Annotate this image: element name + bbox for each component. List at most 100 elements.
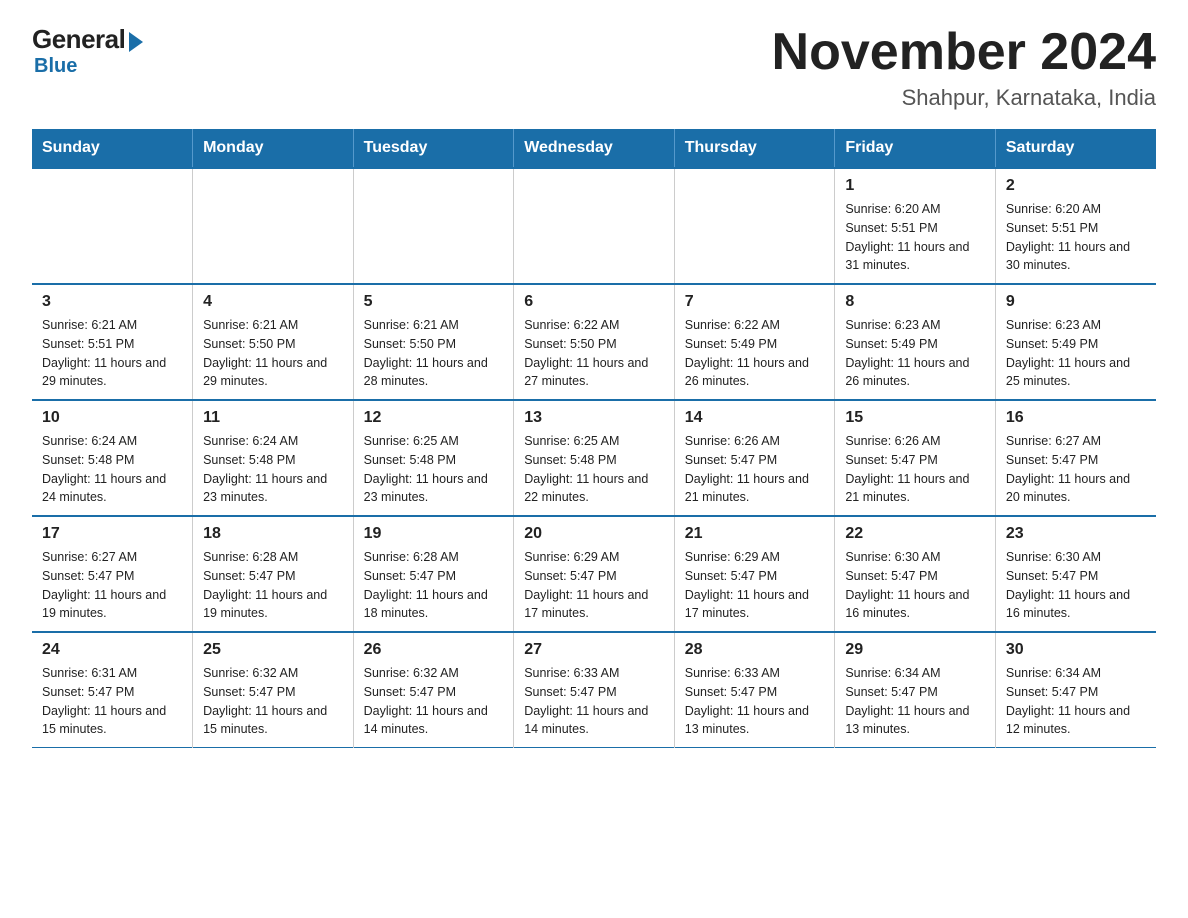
- day-number: 29: [845, 641, 985, 659]
- day-info: Sunrise: 6:24 AM Sunset: 5:48 PM Dayligh…: [42, 432, 182, 507]
- calendar-cell: 24 Sunrise: 6:31 AM Sunset: 5:47 PM Dayli…: [32, 632, 193, 748]
- calendar-cell: 28 Sunrise: 6:33 AM Sunset: 5:47 PM Dayli…: [674, 632, 835, 748]
- day-number: 13: [524, 409, 664, 427]
- calendar-cell: 12 Sunrise: 6:25 AM Sunset: 5:48 PM Dayli…: [353, 400, 514, 516]
- weekday-header-tuesday: Tuesday: [353, 129, 514, 168]
- day-info: Sunrise: 6:27 AM Sunset: 5:47 PM Dayligh…: [42, 548, 182, 623]
- calendar-cell: 11Sunrise: 6:24 AM Sunset: 5:48 PM Dayli…: [193, 400, 354, 516]
- day-number: 14: [685, 409, 825, 427]
- day-info: Sunrise: 6:32 AM Sunset: 5:47 PM Dayligh…: [203, 664, 343, 739]
- calendar-cell: 29 Sunrise: 6:34 AM Sunset: 5:47 PM Dayli…: [835, 632, 996, 748]
- calendar-cell: 23 Sunrise: 6:30 AM Sunset: 5:47 PM Dayli…: [995, 516, 1156, 632]
- day-number: 12: [364, 409, 504, 427]
- weekday-header-monday: Monday: [193, 129, 354, 168]
- calendar-cell: 21Sunrise: 6:29 AM Sunset: 5:47 PM Dayli…: [674, 516, 835, 632]
- day-info: Sunrise: 6:33 AM Sunset: 5:47 PM Dayligh…: [685, 664, 825, 739]
- logo: General Blue: [32, 24, 143, 78]
- weekday-header-wednesday: Wednesday: [514, 129, 675, 168]
- day-info: Sunrise: 6:25 AM Sunset: 5:48 PM Dayligh…: [524, 432, 664, 507]
- weekday-header-thursday: Thursday: [674, 129, 835, 168]
- calendar-cell: 20 Sunrise: 6:29 AM Sunset: 5:47 PM Dayli…: [514, 516, 675, 632]
- day-number: 30: [1006, 641, 1146, 659]
- day-number: 8: [845, 293, 985, 311]
- calendar-cell: 13 Sunrise: 6:25 AM Sunset: 5:48 PM Dayli…: [514, 400, 675, 516]
- day-number: 10: [42, 409, 182, 427]
- calendar-cell: 30 Sunrise: 6:34 AM Sunset: 5:47 PM Dayli…: [995, 632, 1156, 748]
- day-info: Sunrise: 6:34 AM Sunset: 5:47 PM Dayligh…: [845, 664, 985, 739]
- calendar-cell: 7 Sunrise: 6:22 AM Sunset: 5:49 PM Daylig…: [674, 284, 835, 400]
- day-info: Sunrise: 6:20 AM Sunset: 5:51 PM Dayligh…: [845, 200, 985, 275]
- calendar-cell: 19 Sunrise: 6:28 AM Sunset: 5:47 PM Dayli…: [353, 516, 514, 632]
- day-number: 23: [1006, 525, 1146, 543]
- calendar-cell: 9Sunrise: 6:23 AM Sunset: 5:49 PM Daylig…: [995, 284, 1156, 400]
- logo-general-text: General: [32, 24, 125, 55]
- day-number: 2: [1006, 177, 1146, 195]
- calendar-cell: 6 Sunrise: 6:22 AM Sunset: 5:50 PM Daylig…: [514, 284, 675, 400]
- day-number: 5: [364, 293, 504, 311]
- calendar-week-row: 1 Sunrise: 6:20 AM Sunset: 5:51 PM Daylig…: [32, 168, 1156, 284]
- day-number: 28: [685, 641, 825, 659]
- day-info: Sunrise: 6:21 AM Sunset: 5:50 PM Dayligh…: [203, 316, 343, 391]
- day-info: Sunrise: 6:28 AM Sunset: 5:47 PM Dayligh…: [203, 548, 343, 623]
- day-number: 15: [845, 409, 985, 427]
- page-header: General Blue November 2024 Shahpur, Karn…: [32, 24, 1156, 111]
- weekday-header-saturday: Saturday: [995, 129, 1156, 168]
- calendar-cell: [193, 168, 354, 284]
- day-info: Sunrise: 6:22 AM Sunset: 5:50 PM Dayligh…: [524, 316, 664, 391]
- day-number: 19: [364, 525, 504, 543]
- day-number: 22: [845, 525, 985, 543]
- calendar-cell: 2 Sunrise: 6:20 AM Sunset: 5:51 PM Daylig…: [995, 168, 1156, 284]
- day-info: Sunrise: 6:23 AM Sunset: 5:49 PM Dayligh…: [1006, 316, 1146, 391]
- day-info: Sunrise: 6:27 AM Sunset: 5:47 PM Dayligh…: [1006, 432, 1146, 507]
- calendar-cell: 3 Sunrise: 6:21 AM Sunset: 5:51 PM Daylig…: [32, 284, 193, 400]
- day-info: Sunrise: 6:20 AM Sunset: 5:51 PM Dayligh…: [1006, 200, 1146, 275]
- calendar-cell: 5 Sunrise: 6:21 AM Sunset: 5:50 PM Daylig…: [353, 284, 514, 400]
- day-info: Sunrise: 6:24 AM Sunset: 5:48 PM Dayligh…: [203, 432, 343, 507]
- logo-blue-text: Blue: [34, 55, 77, 78]
- calendar-cell: 4 Sunrise: 6:21 AM Sunset: 5:50 PM Daylig…: [193, 284, 354, 400]
- calendar-week-row: 24 Sunrise: 6:31 AM Sunset: 5:47 PM Dayli…: [32, 632, 1156, 748]
- day-number: 20: [524, 525, 664, 543]
- calendar-cell: 27Sunrise: 6:33 AM Sunset: 5:47 PM Dayli…: [514, 632, 675, 748]
- day-info: Sunrise: 6:21 AM Sunset: 5:50 PM Dayligh…: [364, 316, 504, 391]
- day-number: 3: [42, 293, 182, 311]
- day-number: 18: [203, 525, 343, 543]
- day-info: Sunrise: 6:23 AM Sunset: 5:49 PM Dayligh…: [845, 316, 985, 391]
- day-info: Sunrise: 6:30 AM Sunset: 5:47 PM Dayligh…: [1006, 548, 1146, 623]
- calendar-cell: [353, 168, 514, 284]
- calendar-cell: 18 Sunrise: 6:28 AM Sunset: 5:47 PM Dayli…: [193, 516, 354, 632]
- day-number: 4: [203, 293, 343, 311]
- weekday-header-sunday: Sunday: [32, 129, 193, 168]
- calendar-cell: [32, 168, 193, 284]
- calendar-cell: 8 Sunrise: 6:23 AM Sunset: 5:49 PM Daylig…: [835, 284, 996, 400]
- calendar-cell: 25Sunrise: 6:32 AM Sunset: 5:47 PM Dayli…: [193, 632, 354, 748]
- day-info: Sunrise: 6:29 AM Sunset: 5:47 PM Dayligh…: [524, 548, 664, 623]
- weekday-header-friday: Friday: [835, 129, 996, 168]
- calendar-cell: 14Sunrise: 6:26 AM Sunset: 5:47 PM Dayli…: [674, 400, 835, 516]
- day-info: Sunrise: 6:28 AM Sunset: 5:47 PM Dayligh…: [364, 548, 504, 623]
- day-number: 1: [845, 177, 985, 195]
- day-info: Sunrise: 6:22 AM Sunset: 5:49 PM Dayligh…: [685, 316, 825, 391]
- day-info: Sunrise: 6:31 AM Sunset: 5:47 PM Dayligh…: [42, 664, 182, 739]
- calendar-cell: [514, 168, 675, 284]
- calendar-week-row: 10 Sunrise: 6:24 AM Sunset: 5:48 PM Dayli…: [32, 400, 1156, 516]
- calendar-week-row: 3 Sunrise: 6:21 AM Sunset: 5:51 PM Daylig…: [32, 284, 1156, 400]
- calendar-week-row: 17Sunrise: 6:27 AM Sunset: 5:47 PM Dayli…: [32, 516, 1156, 632]
- day-number: 6: [524, 293, 664, 311]
- calendar-table: SundayMondayTuesdayWednesdayThursdayFrid…: [32, 129, 1156, 748]
- day-info: Sunrise: 6:25 AM Sunset: 5:48 PM Dayligh…: [364, 432, 504, 507]
- calendar-cell: 16 Sunrise: 6:27 AM Sunset: 5:47 PM Dayli…: [995, 400, 1156, 516]
- day-number: 7: [685, 293, 825, 311]
- calendar-cell: 10 Sunrise: 6:24 AM Sunset: 5:48 PM Dayli…: [32, 400, 193, 516]
- logo-triangle-icon: [129, 32, 143, 52]
- day-info: Sunrise: 6:34 AM Sunset: 5:47 PM Dayligh…: [1006, 664, 1146, 739]
- day-number: 16: [1006, 409, 1146, 427]
- day-number: 24: [42, 641, 182, 659]
- weekday-header-row: SundayMondayTuesdayWednesdayThursdayFrid…: [32, 129, 1156, 168]
- calendar-location: Shahpur, Karnataka, India: [772, 85, 1156, 111]
- calendar-cell: 22Sunrise: 6:30 AM Sunset: 5:47 PM Dayli…: [835, 516, 996, 632]
- day-info: Sunrise: 6:21 AM Sunset: 5:51 PM Dayligh…: [42, 316, 182, 391]
- calendar-title: November 2024: [772, 24, 1156, 81]
- calendar-cell: [674, 168, 835, 284]
- day-info: Sunrise: 6:29 AM Sunset: 5:47 PM Dayligh…: [685, 548, 825, 623]
